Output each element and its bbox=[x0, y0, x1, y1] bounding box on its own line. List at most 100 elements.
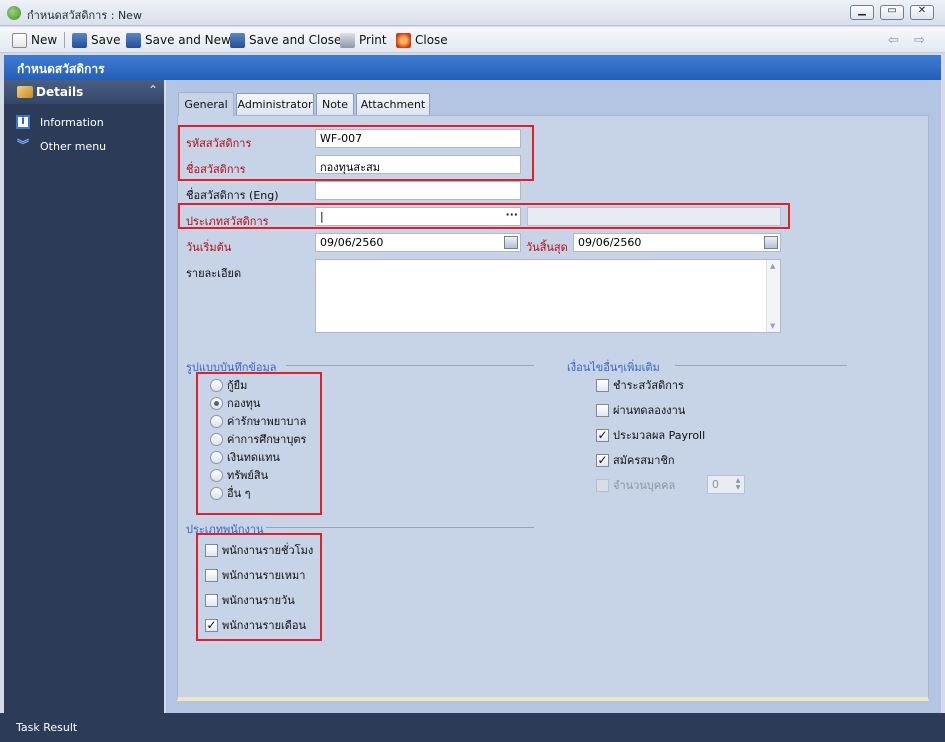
radio-other[interactable]: อื่น ๆ bbox=[210, 485, 251, 501]
radio-label: ค่าการศึกษาบุตร bbox=[227, 433, 307, 446]
radio-label: อื่น ๆ bbox=[227, 487, 251, 500]
maximize-button[interactable]: ▭ bbox=[880, 5, 904, 20]
detail-scrollbar[interactable]: ▲ ▼ bbox=[766, 260, 780, 332]
toolbar-separator bbox=[64, 32, 65, 48]
tab-administrator[interactable]: Administrator bbox=[236, 93, 314, 115]
checkbox-hourly[interactable]: พนักงานรายชั่วโมง bbox=[205, 542, 313, 558]
forward-arrow-icon[interactable]: ⇨ bbox=[914, 33, 925, 48]
checkbox-label: สมัครสมาชิก bbox=[613, 454, 675, 467]
task-result-label[interactable]: Task Result bbox=[16, 721, 77, 734]
new-button-label: New bbox=[31, 33, 58, 47]
window-title: กำหนดสวัสดิการ : New bbox=[27, 9, 142, 22]
type-label: ประเภทสวัสดิการ bbox=[186, 215, 269, 228]
sidebar-item-information[interactable]: Information bbox=[16, 114, 104, 130]
checkmark-icon: ✓ bbox=[596, 427, 609, 442]
radio-loan[interactable]: กู้ยืม bbox=[210, 377, 247, 393]
radio-compensation[interactable]: เงินทดแทน bbox=[210, 449, 280, 465]
sidebar-section-details[interactable]: Details ⌃ bbox=[4, 80, 164, 104]
radio-circle bbox=[210, 414, 223, 428]
new-document-icon bbox=[12, 32, 27, 48]
general-tab-content: รหัสสวัสดิการ WF-007 ชื่อสวัสดิการ กองทุ… bbox=[177, 115, 929, 701]
scroll-down-icon[interactable]: ▼ bbox=[770, 322, 775, 330]
radio-education[interactable]: ค่าการศึกษาบุตร bbox=[210, 431, 306, 447]
close-label: Close bbox=[415, 33, 448, 47]
app-icon bbox=[7, 6, 21, 20]
checkbox-pay-welfare[interactable]: ชำระสวัสดิการ bbox=[596, 377, 684, 393]
checkbox-box-disabled bbox=[596, 478, 609, 492]
tab-attachment[interactable]: Attachment bbox=[356, 93, 430, 115]
double-chevron-down-icon: ︾ bbox=[16, 138, 29, 152]
checkbox-contract[interactable]: พนักงานรายเหมา bbox=[205, 567, 305, 583]
radio-label: เงินทดแทน bbox=[227, 451, 280, 464]
tab-note[interactable]: Note bbox=[316, 93, 354, 115]
save-and-close-label: Save and Close bbox=[249, 33, 342, 47]
scroll-up-icon[interactable]: ▲ bbox=[770, 262, 775, 270]
radio-assets[interactable]: ทรัพย์สิน bbox=[210, 467, 268, 483]
name-en-input[interactable] bbox=[315, 181, 521, 200]
detail-label: รายละเอียด bbox=[186, 267, 242, 280]
radio-circle bbox=[210, 450, 223, 464]
name-input[interactable]: กองทุนสะสม bbox=[315, 155, 521, 174]
end-date-value: 09/06/2560 bbox=[578, 236, 642, 249]
checkbox-person-count: จำนวนบุคคล bbox=[596, 477, 675, 493]
radio-fund[interactable]: กองทุน bbox=[210, 395, 260, 411]
checkbox-monthly[interactable]: ✓ พนักงานรายเดือน bbox=[205, 617, 306, 633]
print-button[interactable]: Print bbox=[340, 31, 387, 49]
radio-label: ค่ารักษาพยาบาล bbox=[227, 415, 307, 428]
collapse-chevron-icon[interactable]: ⌃ bbox=[148, 83, 158, 97]
radio-medical[interactable]: ค่ารักษาพยาบาล bbox=[210, 413, 306, 429]
start-date-value: 09/06/2560 bbox=[320, 236, 384, 249]
checkbox-box bbox=[205, 568, 218, 582]
page-title: กำหนดสวัสดิการ bbox=[17, 62, 105, 76]
sidebar-item-other-menu[interactable]: ︾ Other menu bbox=[16, 138, 106, 154]
checkbox-daily[interactable]: พนักงานรายวัน bbox=[205, 592, 295, 608]
checkbox-label: พนักงานรายเดือน bbox=[222, 619, 307, 632]
radio-label: กู้ยืม bbox=[227, 379, 248, 392]
start-date-input[interactable]: 09/06/2560 bbox=[315, 233, 521, 252]
checkbox-passed-probation[interactable]: ผ่านทดลองงาน bbox=[596, 402, 685, 418]
name-en-label: ชื่อสวัสดิการ (Eng) bbox=[186, 189, 279, 202]
name-label: ชื่อสวัสดิการ bbox=[186, 163, 246, 176]
maximize-icon: ▭ bbox=[887, 5, 897, 16]
person-count-stepper: 0 ▲ ▼ bbox=[707, 475, 745, 494]
calendar-icon[interactable] bbox=[504, 236, 518, 249]
sidebar-section-title: Details bbox=[36, 85, 84, 99]
save-button[interactable]: Save bbox=[72, 31, 120, 49]
save-and-close-button[interactable]: Save and Close bbox=[230, 31, 341, 49]
checkbox-box bbox=[596, 403, 609, 417]
checkbox-box bbox=[205, 593, 218, 607]
lookup-ellipsis-button[interactable]: ··· bbox=[505, 208, 518, 221]
radio-circle bbox=[210, 378, 223, 392]
type-description-field bbox=[527, 207, 781, 226]
detail-textarea[interactable]: ▲ ▼ bbox=[315, 259, 781, 333]
info-icon bbox=[16, 114, 30, 129]
back-arrow-icon[interactable]: ⇦ bbox=[888, 33, 899, 48]
page-header: กำหนดสวัสดิการ bbox=[4, 55, 941, 80]
sidebar: Details ⌃ Information ︾ Other menu bbox=[4, 80, 164, 713]
group-divider bbox=[266, 527, 534, 528]
minimize-button[interactable]: ▁ bbox=[850, 5, 874, 20]
end-date-input[interactable]: 09/06/2560 bbox=[573, 233, 781, 252]
checkbox-membership[interactable]: ✓ สมัครสมาชิก bbox=[596, 452, 675, 468]
calendar-icon[interactable] bbox=[764, 236, 778, 249]
new-button[interactable]: New bbox=[12, 31, 57, 49]
checkbox-box bbox=[596, 378, 609, 392]
close-button[interactable]: Close bbox=[396, 31, 448, 49]
checkbox-label: พนักงานรายเหมา bbox=[222, 569, 306, 582]
tab-general[interactable]: General bbox=[178, 92, 234, 116]
radio-circle bbox=[210, 432, 223, 446]
close-icon: ✕ bbox=[917, 5, 927, 16]
print-label: Print bbox=[359, 33, 387, 47]
type-lookup-input[interactable]: | ··· bbox=[315, 207, 521, 226]
status-bar: Task Result bbox=[0, 713, 945, 742]
save-button-label: Save bbox=[91, 33, 121, 47]
close-window-button[interactable]: ✕ bbox=[910, 5, 934, 20]
checkbox-label: ชำระสวัสดิการ bbox=[613, 379, 684, 392]
minimize-icon: ▁ bbox=[858, 5, 866, 16]
checkbox-label: ประมวลผล Payroll bbox=[613, 429, 706, 442]
checkbox-process-payroll[interactable]: ✓ ประมวลผล Payroll bbox=[596, 427, 705, 443]
code-input[interactable]: WF-007 bbox=[315, 129, 521, 148]
employee-type-title: ประเภทพนักงาน bbox=[186, 523, 264, 536]
group-divider bbox=[675, 365, 847, 366]
save-and-new-button[interactable]: Save and New bbox=[126, 31, 231, 49]
